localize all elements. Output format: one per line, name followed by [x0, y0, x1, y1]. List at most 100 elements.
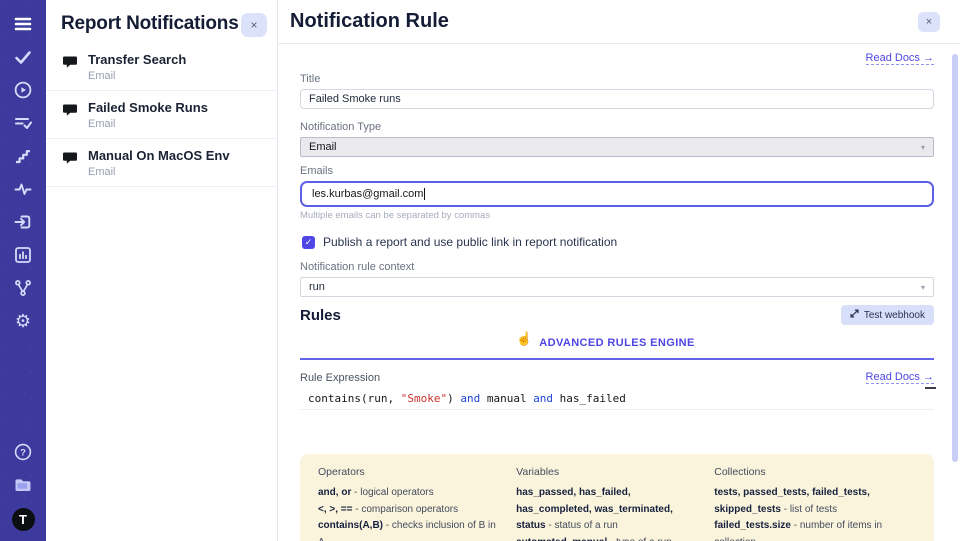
main-close-button[interactable]: ×: [918, 12, 940, 32]
emails-label: Emails: [300, 165, 934, 177]
code-token-keyword: and: [460, 392, 480, 405]
publish-report-checkbox[interactable]: ✓: [302, 236, 315, 249]
emails-value: les.kurbas@gmail.com: [312, 188, 423, 200]
main-content: Read Docs → Title Notification Type Emai…: [278, 44, 960, 541]
test-runs-list-icon[interactable]: [13, 113, 33, 133]
help-column-collections: Collections tests, passed_tests, failed_…: [714, 466, 916, 539]
rule-expression-code[interactable]: contains(run, "Smoke") and manual and ha…: [300, 390, 934, 410]
read-docs-link[interactable]: Read Docs →: [866, 371, 934, 384]
item-type: Email: [88, 118, 208, 130]
left-panel-title: Report Notifications: [61, 13, 239, 35]
menu-icon[interactable]: [13, 14, 33, 34]
code-token: contains(run,: [308, 392, 401, 405]
item-title: Manual On MacOS Env: [88, 148, 230, 163]
publish-report-row: ✓ Publish a report and use public link i…: [300, 235, 934, 249]
chevron-down-icon: ▾: [921, 143, 925, 152]
item-type: Email: [88, 166, 230, 178]
steps-icon[interactable]: [13, 146, 33, 166]
app-logo[interactable]: T: [12, 508, 35, 531]
code-token: has_failed: [553, 392, 626, 405]
left-panel-close-button[interactable]: ×: [241, 13, 267, 37]
analytics-icon[interactable]: [13, 245, 33, 265]
chat-bubble-icon: [62, 103, 78, 123]
rule-expression-editor[interactable]: contains(run, "Smoke") and manual and ha…: [300, 390, 934, 440]
help-column-operators: Operators and, or - logical operators <,…: [318, 466, 498, 539]
context-select[interactable]: run ▾: [300, 277, 934, 297]
rules-tab-bar: ☝ ADVANCED RULES ENGINE: [300, 325, 934, 360]
chat-bubble-icon: [62, 55, 78, 75]
item-text: Manual On MacOS Env Email: [88, 148, 230, 178]
test-webhook-button[interactable]: Test webhook: [841, 305, 934, 325]
code-token-string: "Smoke": [401, 392, 447, 405]
title-input[interactable]: [300, 89, 934, 109]
text-caret: [424, 188, 425, 200]
mouse-cursor-icon: ☝: [516, 331, 532, 347]
logo-letter: T: [19, 512, 27, 527]
emails-input[interactable]: les.kurbas@gmail.com: [300, 181, 934, 207]
selected-type-value: Email: [309, 141, 337, 153]
help-column-title: Collections: [714, 466, 916, 478]
notification-list-item[interactable]: Failed Smoke Runs Email: [46, 91, 277, 139]
page-title: Notification Rule: [290, 10, 449, 33]
help-entry: tests, passed_tests, failed_tests, skipp…: [714, 485, 916, 518]
rule-expression-label: Rule Expression: [300, 372, 380, 384]
help-entry: <, >, == - comparison operators: [318, 502, 498, 519]
vertical-scrollbar[interactable]: [952, 54, 958, 462]
tab-advanced-rules-engine[interactable]: ADVANCED RULES ENGINE: [539, 337, 695, 349]
webhook-icon: [850, 309, 859, 321]
chat-bubble-icon: [62, 151, 78, 171]
help-column-variables: Variables has_passed, has_failed, has_co…: [516, 466, 696, 539]
activity-pulse-icon[interactable]: [13, 179, 33, 199]
context-label: Notification rule context: [300, 261, 934, 273]
rule-expression-header: Rule Expression Read Docs →: [300, 370, 934, 384]
expression-help-panel: Operators and, or - logical operators <,…: [300, 454, 934, 541]
sidebar-bottom-group: ? T: [12, 442, 35, 531]
title-label: Title: [300, 73, 934, 85]
settings-gear-icon[interactable]: ⚙: [13, 311, 33, 331]
code-token-keyword: and: [533, 392, 553, 405]
editor-scroll-handle[interactable]: [925, 387, 936, 389]
help-column-title: Variables: [516, 466, 696, 478]
item-text: Transfer Search Email: [88, 52, 186, 82]
item-title: Failed Smoke Runs: [88, 100, 208, 115]
chevron-down-icon: ▾: [921, 283, 925, 292]
sidebar: ⚙ ? T: [0, 0, 46, 541]
help-entry: and, or - logical operators: [318, 485, 498, 502]
notification-list-item[interactable]: Manual On MacOS Env Email: [46, 139, 277, 187]
help-entry: automated, manual - type of a run: [516, 535, 696, 541]
main-header: Notification Rule ×: [278, 0, 960, 44]
left-panel-header: Report Notifications ×: [46, 0, 277, 43]
notification-rule-panel: Notification Rule × Read Docs → Title No…: [278, 0, 960, 541]
play-circle-icon[interactable]: [13, 80, 33, 100]
item-type: Email: [88, 70, 186, 82]
branch-icon[interactable]: [13, 278, 33, 298]
close-icon: ×: [926, 16, 932, 28]
publish-report-label: Publish a report and use public link in …: [323, 235, 617, 249]
close-icon: ×: [250, 18, 257, 32]
selected-context-value: run: [309, 281, 325, 293]
app-window: ⚙ ? T Report Notifications × Transfer Se…: [0, 0, 960, 541]
rules-heading: Rules: [300, 307, 341, 324]
check-icon[interactable]: [13, 47, 33, 67]
help-entry: failed_tests.size - number of items in c…: [714, 518, 916, 541]
item-title: Transfer Search: [88, 52, 186, 67]
test-webhook-label: Test webhook: [864, 310, 925, 321]
read-docs-row: Read Docs →: [300, 48, 934, 61]
report-notifications-panel: Report Notifications × Transfer Search E…: [46, 0, 278, 541]
help-column-title: Operators: [318, 466, 498, 478]
help-icon[interactable]: ?: [13, 442, 33, 462]
read-docs-link[interactable]: Read Docs →: [866, 52, 934, 65]
svg-text:?: ?: [20, 448, 26, 459]
docs-folder-icon[interactable]: [13, 475, 33, 495]
code-token: ): [447, 392, 460, 405]
rules-header-row: Rules Test webhook: [300, 305, 934, 325]
notification-list-item[interactable]: Transfer Search Email: [46, 43, 277, 91]
help-entry: contains(A,B) - checks inclusion of B in…: [318, 518, 498, 541]
emails-helper-text: Multiple emails can be separated by comm…: [300, 210, 934, 221]
notification-type-label: Notification Type: [300, 121, 934, 133]
import-runs-icon[interactable]: [13, 212, 33, 232]
help-entry: has_passed, has_failed, has_completed, w…: [516, 485, 696, 535]
checkmark-icon: ✓: [305, 237, 313, 248]
code-token: manual: [480, 392, 533, 405]
notification-type-select[interactable]: Email ▾: [300, 137, 934, 157]
